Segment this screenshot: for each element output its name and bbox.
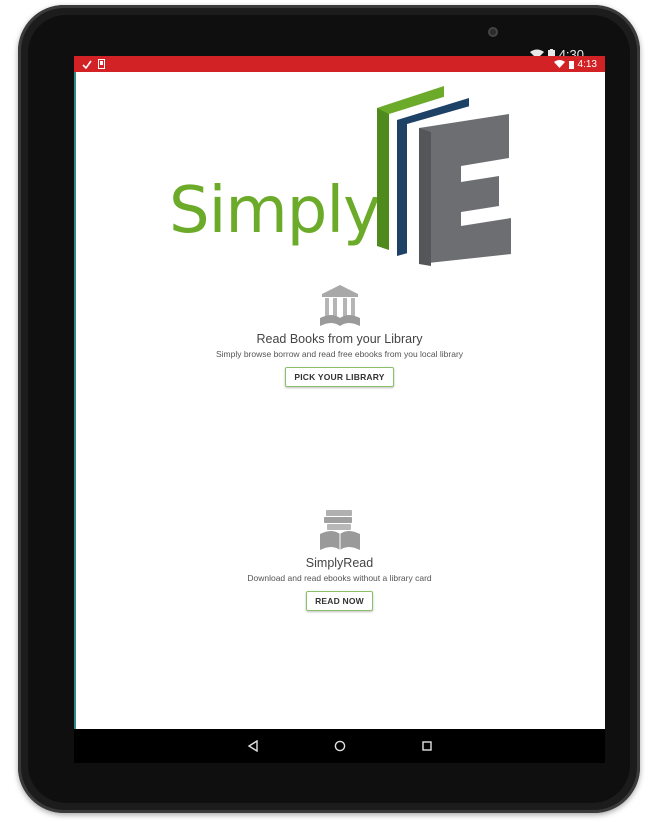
simplyread-section-title: SimplyRead — [305, 556, 374, 570]
front-camera — [488, 27, 498, 37]
simplyread-section-subtitle: Download and read ebooks without a libra… — [247, 573, 432, 583]
navigation-bar — [74, 729, 605, 763]
books-stack-icon — [319, 510, 360, 550]
library-section: Read Books from your Library Simply brow… — [74, 282, 605, 387]
home-icon[interactable] — [334, 740, 346, 752]
wifi-icon — [553, 60, 565, 68]
battery-icon — [568, 60, 574, 69]
status-bar: 4:13 — [74, 56, 605, 72]
read-now-button[interactable]: READ NOW — [306, 591, 373, 611]
sd-card-icon — [98, 59, 105, 69]
back-icon[interactable] — [247, 740, 259, 752]
left-edge-accent — [74, 72, 76, 729]
simplye-logo: Simply — [169, 86, 519, 266]
library-building-icon — [319, 285, 360, 326]
recents-icon[interactable] — [421, 740, 433, 752]
library-section-title: Read Books from your Library — [256, 332, 423, 346]
status-time: 4:13 — [577, 58, 597, 70]
pick-your-library-button[interactable]: PICK YOUR LIBRARY — [285, 367, 394, 387]
checkmark-icon — [82, 60, 92, 69]
logo-wordmark: Simply — [169, 174, 381, 248]
library-section-subtitle: Simply browse borrow and read free ebook… — [215, 349, 464, 359]
books-e-logo-icon — [377, 86, 511, 266]
simplyread-section: SimplyRead Download and read ebooks with… — [74, 506, 605, 611]
app-screen: 4:13 Simply Read Books from your Library… — [74, 56, 605, 763]
